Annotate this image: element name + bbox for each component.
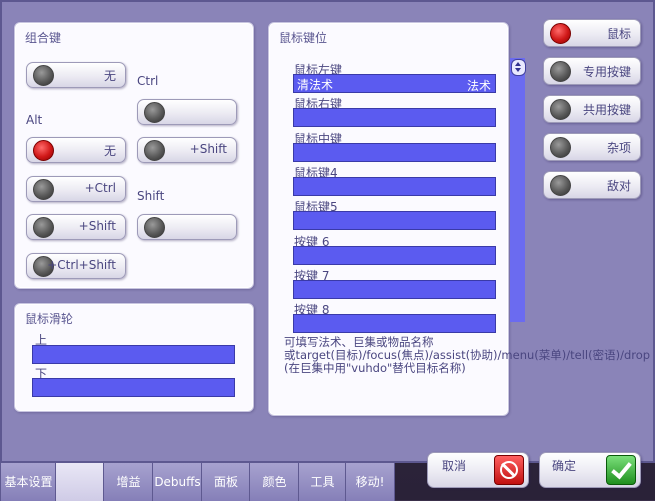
alt-label: Alt xyxy=(26,113,43,127)
tab-6[interactable]: 工具 xyxy=(298,462,347,501)
binding-input[interactable]: 清法术 法术 xyxy=(293,74,496,93)
tab-0[interactable]: 基本设置 xyxy=(0,462,57,501)
category-shared-keys-button[interactable]: 共用按键 xyxy=(543,95,641,123)
toggle-knob-active-icon xyxy=(33,140,54,161)
ctrl-label: Ctrl xyxy=(137,74,159,88)
mouse-wheel-panel: 鼠标滑轮 上 下 xyxy=(14,303,254,412)
category-hostile-button[interactable]: 敌对 xyxy=(543,171,641,199)
category-special-keys-button[interactable]: 专用按键 xyxy=(543,57,641,85)
toggle-knob-icon xyxy=(550,61,571,82)
binding-input[interactable] xyxy=(293,211,496,231)
binding-input[interactable] xyxy=(293,279,496,299)
mouse-bindings-panel: 鼠标键位 鼠标左键 清法术 法术 鼠标右键 鼠标中键 鼠标键4 鼠标键5 按键 6 按键 7 按键… xyxy=(268,22,650,416)
binding-input[interactable] xyxy=(293,314,496,334)
no-modifier-button[interactable]: 无 xyxy=(26,62,126,88)
toggle-knob-active-icon xyxy=(550,23,571,44)
tab-2[interactable]: 增益 xyxy=(103,462,154,501)
toggle-knob-icon xyxy=(144,217,165,238)
shift-label: Shift xyxy=(137,189,165,203)
toggle-knob-icon xyxy=(550,99,571,120)
cancel-icon xyxy=(494,455,524,485)
checkmark-icon xyxy=(606,455,636,485)
modifier-keys-panel: 组合键 无 Ctrl Alt 无 +Shift +Ctrl Shift +Shi… xyxy=(14,22,254,289)
ctrl-shift-toggle-button[interactable]: +Shift xyxy=(137,137,237,163)
binding-input[interactable] xyxy=(293,142,496,162)
toggle-knob-icon xyxy=(33,65,54,86)
alt-ctrl-button[interactable]: +Ctrl xyxy=(26,176,126,202)
alt-button[interactable]: 无 xyxy=(26,137,126,163)
toggle-knob-icon xyxy=(33,217,54,238)
options-window: 组合键 无 Ctrl Alt 无 +Shift +Ctrl Shift +Shi… xyxy=(0,0,655,488)
mouse-bindings-title: 鼠标键位 xyxy=(279,31,328,45)
tab-5[interactable]: 颜色 xyxy=(249,462,300,501)
ok-button[interactable]: 确定 xyxy=(539,452,641,488)
binding-value: 清法术 xyxy=(297,78,334,92)
tab-3[interactable]: Debuffs xyxy=(152,462,203,501)
toggle-knob-icon xyxy=(550,137,571,158)
binding-input[interactable] xyxy=(293,108,496,128)
ctrl-button[interactable] xyxy=(137,99,237,125)
category-misc-button[interactable]: 杂项 xyxy=(543,133,641,161)
wheel-up-input[interactable] xyxy=(32,345,235,364)
toggle-knob-icon xyxy=(33,179,54,200)
category-mouse-button[interactable]: 鼠标 xyxy=(543,19,641,47)
shift-button[interactable] xyxy=(137,214,237,240)
toggle-knob-icon xyxy=(144,102,165,123)
toggle-knob-icon xyxy=(144,140,165,161)
help-line-3: (在巨集中用"vuhdo"替代目标名称) xyxy=(284,361,466,375)
tab-7[interactable]: 移动! xyxy=(345,462,395,501)
alt-ctrl-shift-button[interactable]: +Ctrl+Shift xyxy=(26,253,126,279)
binding-type: 法术 xyxy=(466,79,491,93)
alt-shift-button[interactable]: +Shift xyxy=(26,214,126,240)
tab-4[interactable]: 面板 xyxy=(201,462,251,501)
mouse-wheel-title: 鼠标滑轮 xyxy=(25,312,74,326)
tab-1[interactable] xyxy=(55,462,105,501)
scroll-arrows-icon[interactable] xyxy=(511,59,526,76)
help-text: 可填写法术、巨集或物品名称 或target(目标)/focus(焦点)/assi… xyxy=(284,336,655,375)
binding-input[interactable] xyxy=(293,176,496,196)
binding-input[interactable] xyxy=(293,245,496,265)
cancel-button[interactable]: 取消 xyxy=(427,452,529,488)
modifier-keys-title: 组合键 xyxy=(25,31,62,45)
toggle-knob-icon xyxy=(550,175,571,196)
binding-list-scrollbar[interactable] xyxy=(510,58,526,322)
wheel-down-input[interactable] xyxy=(32,378,235,397)
